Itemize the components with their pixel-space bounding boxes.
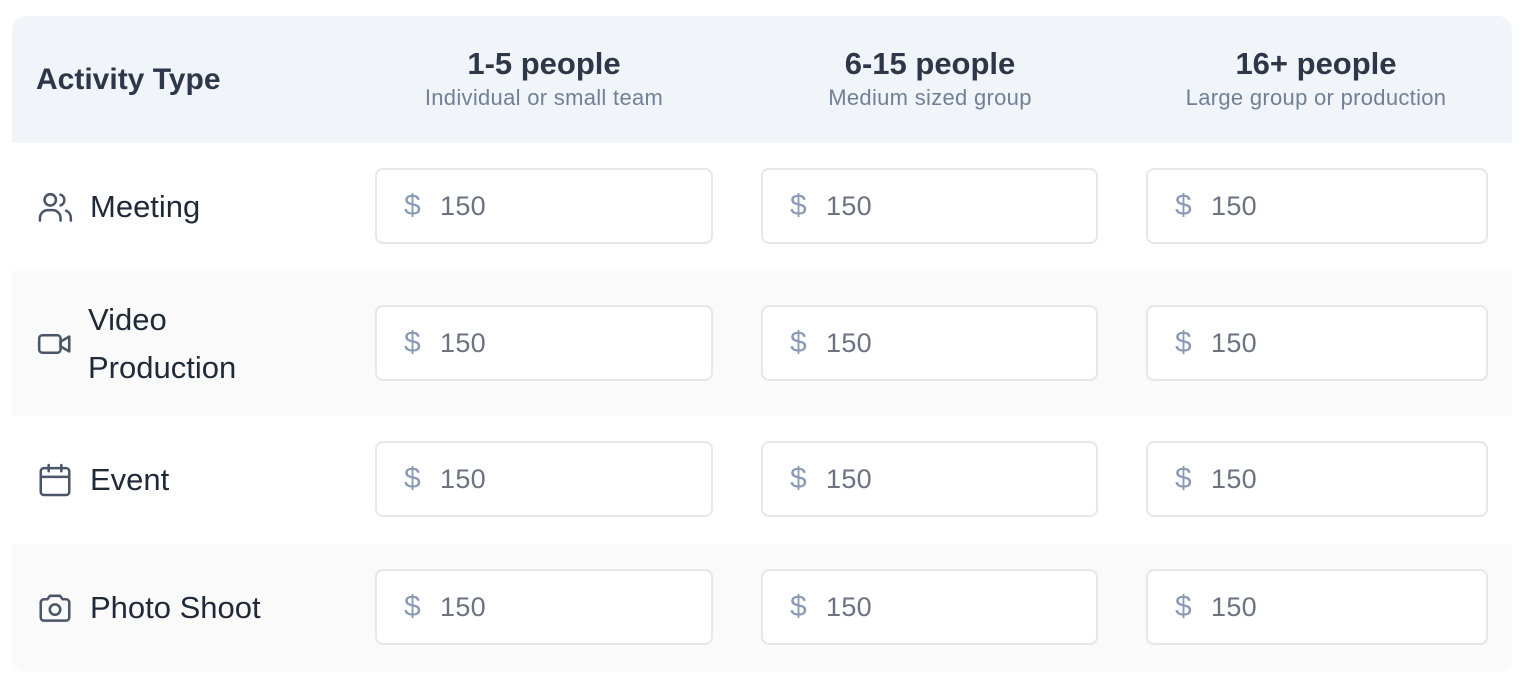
- activity-type-header-cell: Activity Type: [36, 16, 221, 143]
- table-row-photo-shoot: Photo Shoot $ 150 $ 150 $ 150: [12, 544, 1512, 672]
- price-input[interactable]: $ 150: [375, 305, 713, 381]
- price-value: 150: [1211, 463, 1257, 494]
- price-value: 150: [440, 591, 486, 622]
- table-row-meeting: Meeting $ 150 $ 150 $ 150: [12, 143, 1512, 271]
- price-value: 150: [826, 463, 872, 494]
- price-input[interactable]: $ 150: [761, 305, 1098, 381]
- column-subtitle: Individual or small team: [424, 85, 664, 110]
- activity-name: Photo Shoot: [90, 590, 261, 625]
- dollar-icon: $: [790, 590, 807, 623]
- activity-cell: Video Production: [36, 271, 288, 416]
- column-title: 1-5 people: [467, 46, 621, 81]
- table-row-video-production: Video Production $ 150 $ 150 $ 150: [12, 271, 1512, 416]
- price-input[interactable]: $ 150: [375, 441, 713, 517]
- price-value: 150: [440, 190, 486, 221]
- dollar-icon: $: [790, 189, 807, 222]
- price-value: 150: [826, 591, 872, 622]
- price-value: 150: [826, 327, 872, 358]
- table-header: Activity Type 1-5 people Individual or s…: [12, 16, 1512, 143]
- price-input[interactable]: $ 150: [375, 168, 713, 244]
- dollar-icon: $: [1175, 462, 1192, 495]
- dollar-icon: $: [790, 462, 807, 495]
- column-title: 6-15 people: [844, 46, 1016, 81]
- price-input[interactable]: $ 150: [1146, 305, 1488, 381]
- column-subtitle: Medium sized group: [828, 85, 1032, 110]
- price-input[interactable]: $ 150: [761, 168, 1098, 244]
- price-value: 150: [1211, 327, 1257, 358]
- price-value: 150: [440, 327, 486, 358]
- dollar-icon: $: [404, 590, 421, 623]
- calendar-icon: [36, 461, 74, 499]
- column-subtitle: Large group or production: [1185, 85, 1447, 110]
- activity-cell: Event: [36, 416, 169, 544]
- video-camera-icon: [36, 325, 74, 363]
- column-header-medium: 6-15 people Medium sized group: [760, 44, 1100, 111]
- price-input[interactable]: $ 150: [1146, 441, 1488, 517]
- price-input[interactable]: $ 150: [1146, 569, 1488, 645]
- dollar-icon: $: [404, 462, 421, 495]
- dollar-icon: $: [1175, 189, 1192, 222]
- users-icon: [36, 188, 74, 226]
- dollar-icon: $: [1175, 590, 1192, 623]
- price-input[interactable]: $ 150: [375, 569, 713, 645]
- dollar-icon: $: [1175, 326, 1192, 359]
- price-value: 150: [440, 463, 486, 494]
- activity-cell: Photo Shoot: [36, 544, 261, 672]
- pricing-table: Activity Type 1-5 people Individual or s…: [12, 16, 1512, 672]
- dollar-icon: $: [404, 189, 421, 222]
- price-value: 150: [826, 190, 872, 221]
- price-value: 150: [1211, 591, 1257, 622]
- activity-name: Video Production: [88, 301, 237, 385]
- dollar-icon: $: [790, 326, 807, 359]
- column-header-small: 1-5 people Individual or small team: [374, 44, 714, 111]
- activity-type-heading: Activity Type: [36, 62, 221, 96]
- camera-icon: [36, 589, 74, 627]
- activity-name: Event: [90, 462, 170, 497]
- price-input[interactable]: $ 150: [1146, 168, 1488, 244]
- price-value: 150: [1211, 190, 1257, 221]
- column-header-large: 16+ people Large group or production: [1146, 44, 1486, 111]
- column-title: 16+ people: [1235, 46, 1397, 81]
- activity-cell: Meeting: [36, 143, 200, 271]
- price-input[interactable]: $ 150: [761, 569, 1098, 645]
- dollar-icon: $: [404, 326, 421, 359]
- price-input[interactable]: $ 150: [761, 441, 1098, 517]
- activity-name: Meeting: [90, 189, 201, 224]
- table-row-event: Event $ 150 $ 150 $ 150: [12, 416, 1512, 544]
